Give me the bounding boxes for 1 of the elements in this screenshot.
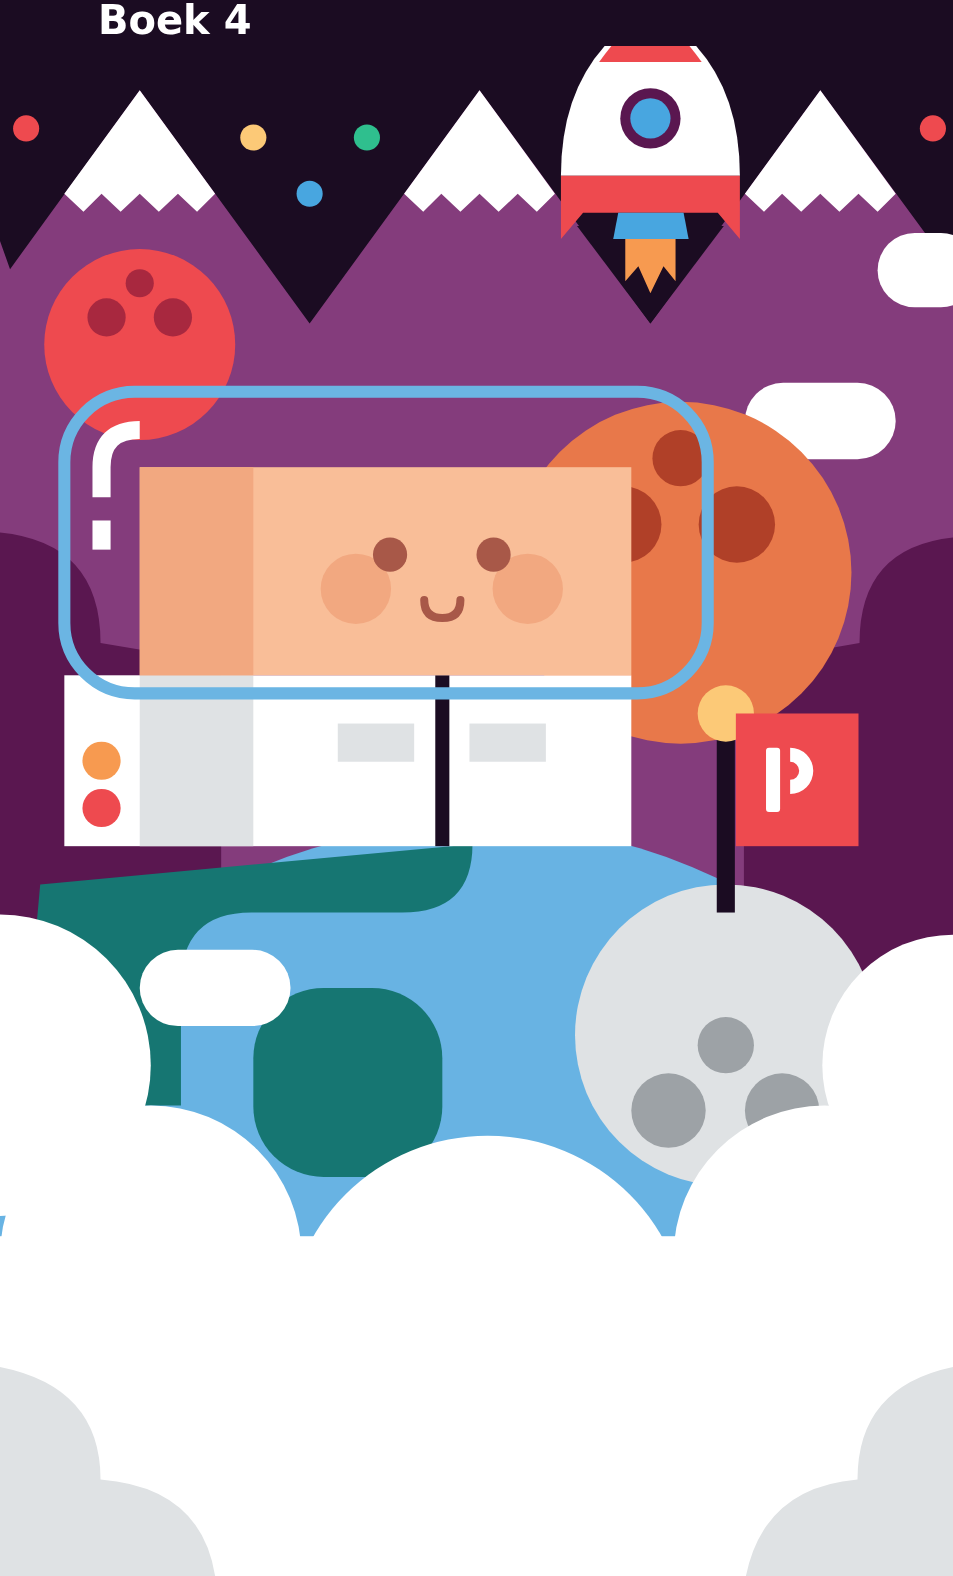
book-title: Boek 4 — [98, 0, 252, 40]
